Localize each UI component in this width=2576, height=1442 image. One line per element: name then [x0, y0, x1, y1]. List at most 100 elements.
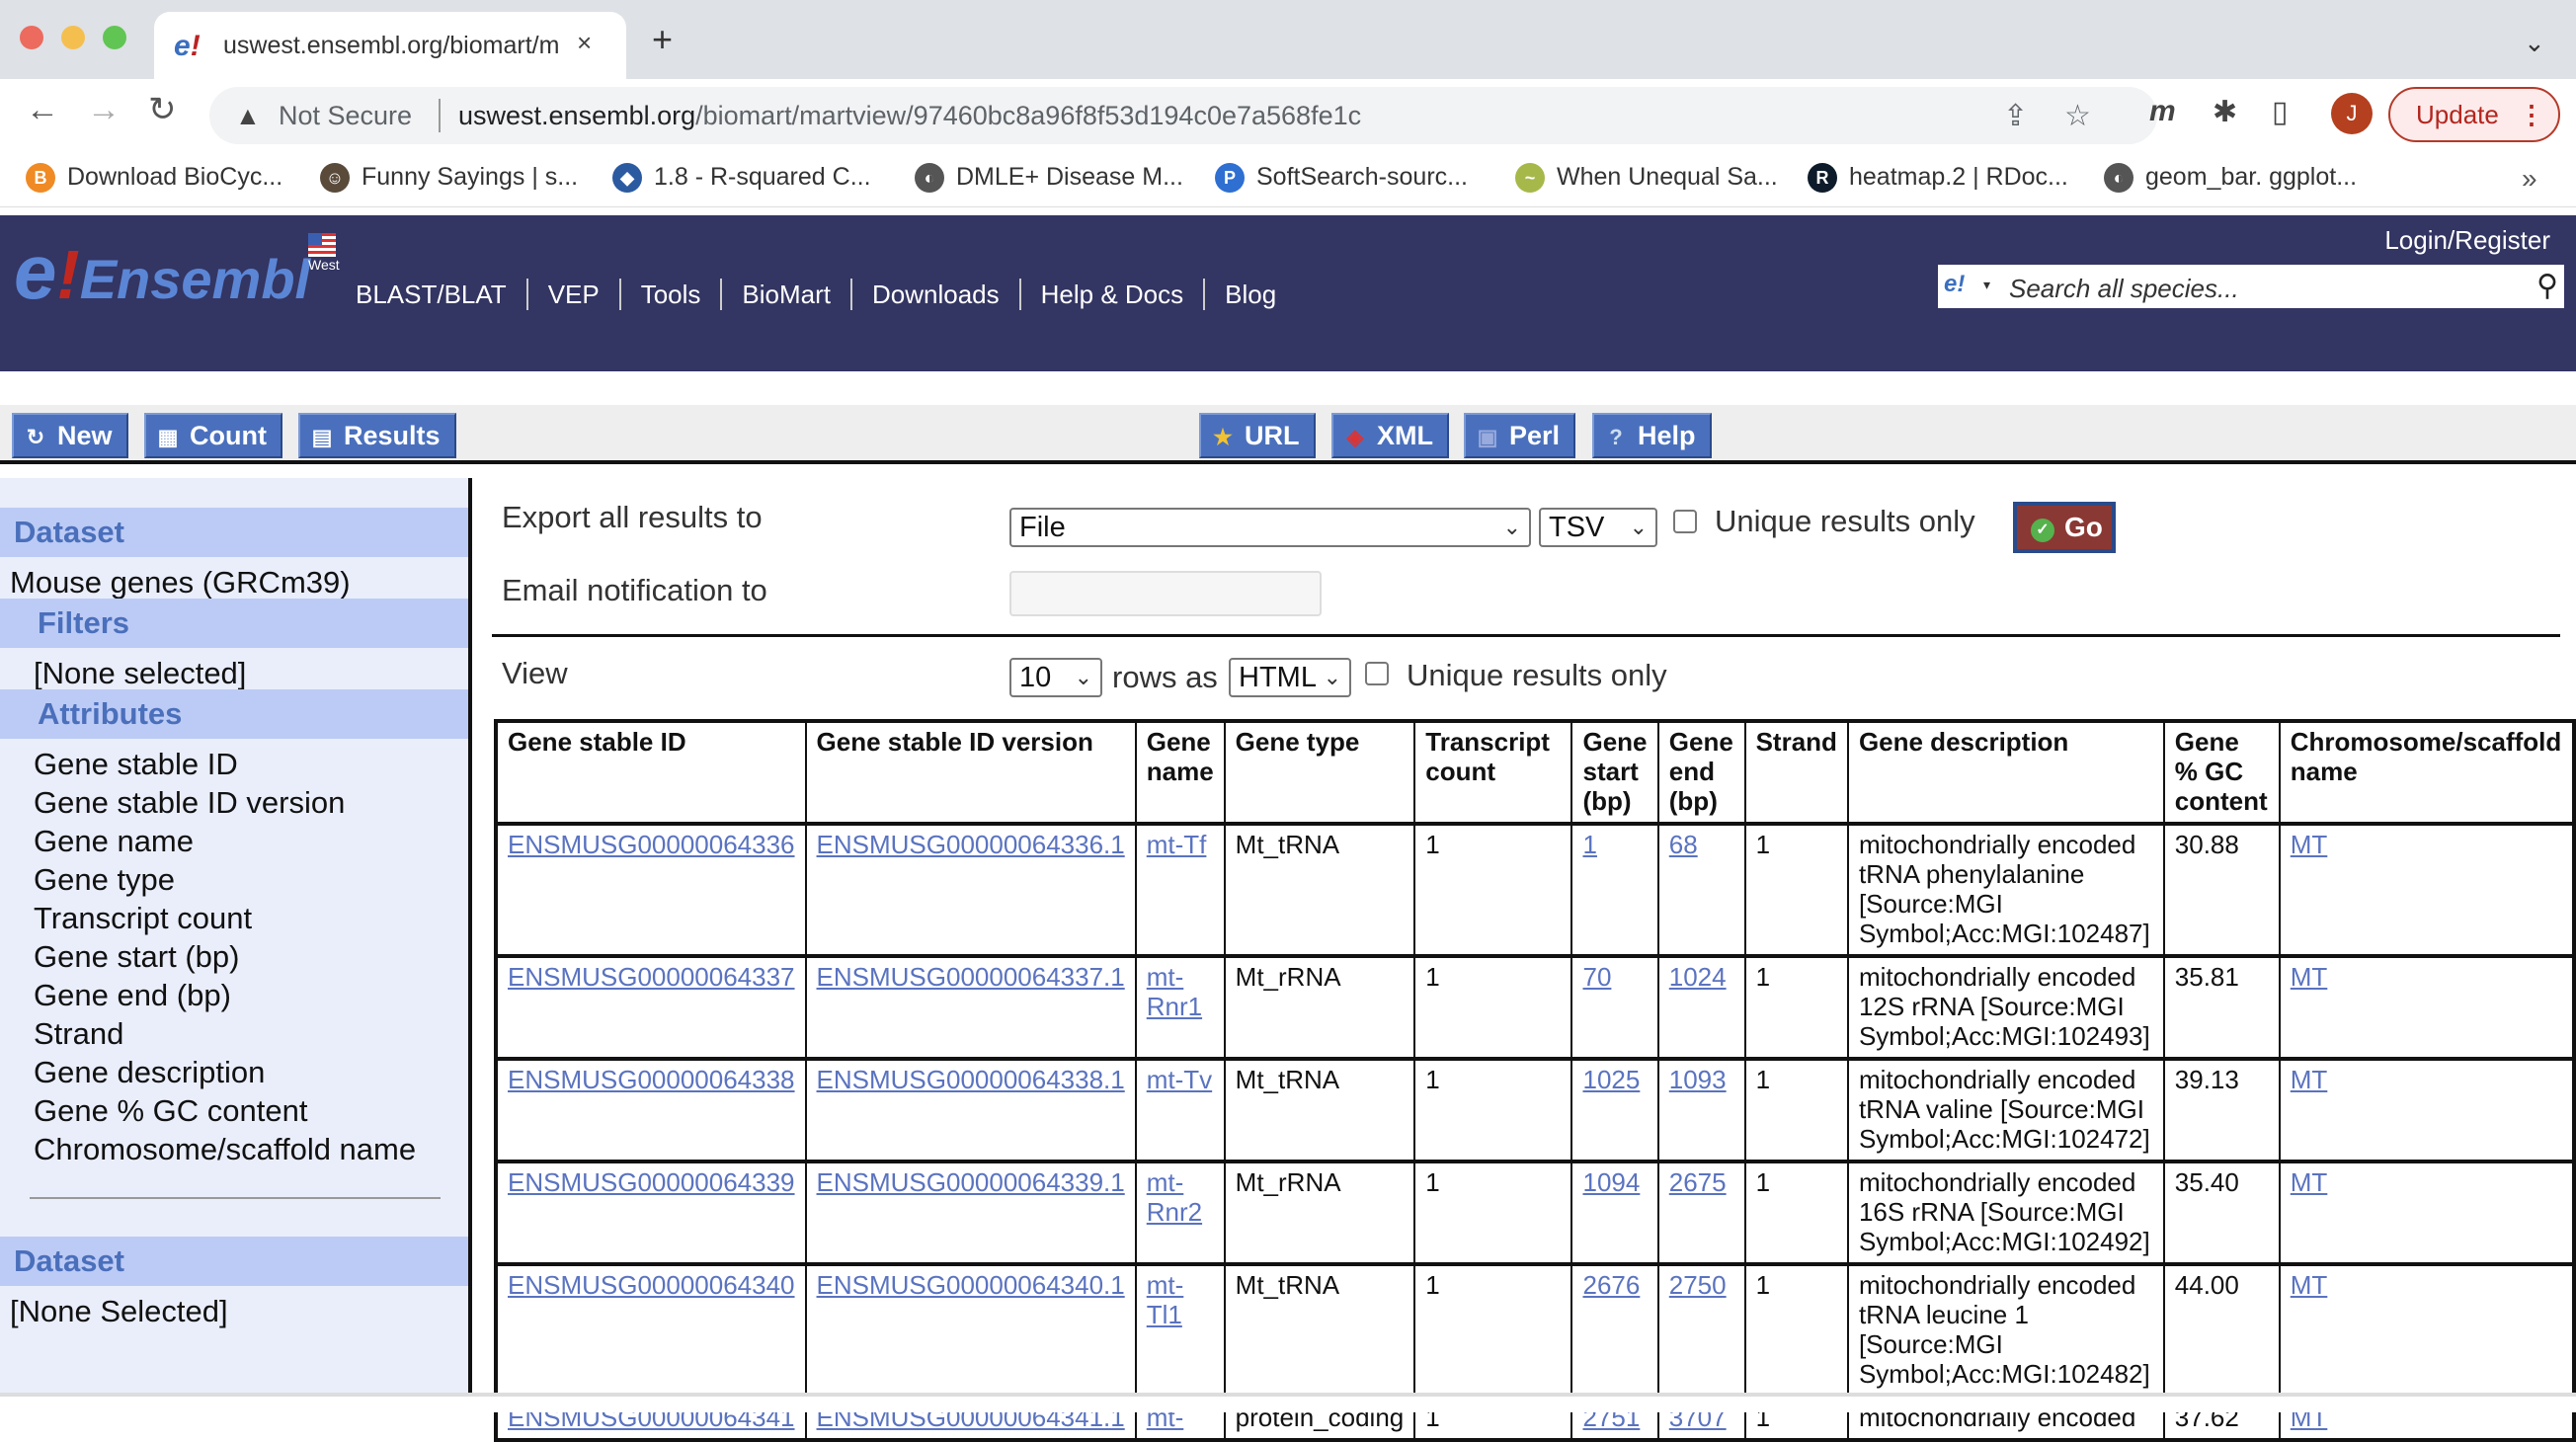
email-input[interactable] [1009, 571, 1322, 616]
view-rows-select[interactable]: 10 ⌄ [1009, 658, 1102, 697]
new-button[interactable]: ↻ New [12, 413, 128, 458]
cell-link[interactable]: 68 [1669, 830, 1698, 859]
column-header[interactable]: Gene stable ID version [804, 720, 1137, 825]
sidebar-attribute-item[interactable]: Chromosome/scaffold name [34, 1130, 416, 1168]
bookmark-item[interactable]: P SoftSearch-sourc... [1215, 163, 1468, 194]
export-unique-checkbox[interactable] [1673, 510, 1697, 533]
cell-link[interactable]: ENSMUSG00000064340.1 [817, 1270, 1125, 1300]
cell-link[interactable]: 1025 [1582, 1065, 1640, 1094]
column-header[interactable]: Transcript count [1413, 720, 1573, 825]
extensions-puzzle-icon[interactable]: ✱ [2213, 95, 2237, 129]
sidebar-dataset-header[interactable]: Dataset [0, 508, 468, 557]
sidebar-dataset-value[interactable]: Mouse genes (GRCm39) [10, 565, 351, 601]
export-format-select[interactable]: TSV ⌄ [1539, 508, 1657, 547]
cell-link[interactable]: 1094 [1582, 1167, 1640, 1197]
column-header[interactable]: Strand [1743, 720, 1849, 825]
cell-link[interactable]: 1 [1582, 830, 1596, 859]
species-search[interactable]: e! ▾ Search all species... ⚲ [1938, 265, 2564, 308]
cell-link[interactable]: ENSMUSG00000064336.1 [817, 830, 1125, 859]
cell-link[interactable]: mt-Tv [1147, 1065, 1212, 1094]
column-header[interactable]: Chromosome/scaffold name [2278, 720, 2576, 825]
column-header[interactable]: Gene description [1846, 720, 2165, 825]
warning-triangle-icon[interactable]: ▲ [235, 101, 261, 131]
perl-button[interactable]: ▣ Perl [1464, 413, 1576, 458]
cell-link[interactable]: 2750 [1669, 1270, 1727, 1300]
cell-link[interactable]: ENSMUSG00000064337 [508, 962, 795, 992]
view-unique-checkbox[interactable] [1365, 662, 1389, 685]
cell-link[interactable]: 2676 [1582, 1270, 1640, 1300]
search-input[interactable]: Search all species... [2009, 274, 2239, 304]
bookmark-item[interactable]: B Download BioCyc... [26, 163, 282, 194]
profile-avatar[interactable]: J [2331, 93, 2373, 134]
bookmark-item[interactable]: ◆ 1.8 - R-squared C... [612, 163, 871, 194]
sidebar-attribute-item[interactable]: Gene % GC content [34, 1091, 416, 1130]
cell-link[interactable]: MT [2291, 962, 2328, 992]
url-text[interactable]: uswest.ensembl.org/biomart/martview/9746… [458, 101, 1361, 131]
species-selector-icon[interactable]: e! [1944, 271, 1965, 298]
bookmark-item[interactable]: ◐ geom_bar. ggplot... [2104, 163, 2357, 194]
go-button[interactable]: ✓ Go [2013, 502, 2116, 553]
sidebar-attribute-item[interactable]: Gene stable ID [34, 745, 416, 783]
xml-button[interactable]: ◈ XML [1331, 413, 1449, 458]
nav-vep[interactable]: VEP [525, 279, 619, 310]
sidebar-attribute-item[interactable]: Gene start (bp) [34, 937, 416, 976]
sidebar-filters-value[interactable]: [None selected] [34, 656, 246, 691]
cell-link[interactable]: mt-Rnr1 [1147, 962, 1202, 1021]
cell-link[interactable]: mt-Rnr2 [1147, 1167, 1202, 1227]
cell-link[interactable]: 1024 [1669, 962, 1727, 992]
cell-link[interactable]: MT [2291, 1167, 2328, 1197]
cell-link[interactable]: mt-Tl1 [1147, 1270, 1184, 1329]
menu-dots-icon[interactable]: ⋮ [2519, 89, 2544, 140]
nav-downloads[interactable]: Downloads [850, 279, 1019, 310]
search-icon[interactable]: ⚲ [2536, 269, 2558, 303]
bookmark-item[interactable]: Rheatmap.2 | RDoc... [1808, 163, 2068, 194]
export-destination-select[interactable]: File ⌄ [1009, 508, 1531, 547]
address-bar[interactable]: ▲ Not Secure uswest.ensembl.org/biomart/… [209, 87, 2157, 144]
column-header[interactable]: Gene stable ID [495, 720, 807, 825]
bookmark-item[interactable]: ◐ DMLE+ Disease M... [915, 163, 1183, 194]
cell-link[interactable]: 2675 [1669, 1167, 1727, 1197]
cell-link[interactable]: mt-Tf [1147, 830, 1207, 859]
back-arrow-icon[interactable]: ← [26, 93, 59, 126]
close-tab-icon[interactable]: × [577, 28, 592, 58]
help-button[interactable]: ? Help [1592, 413, 1712, 458]
nav-help-docs[interactable]: Help & Docs [1018, 279, 1204, 310]
sidebar-filters-header[interactable]: Filters [0, 599, 468, 648]
ensembl-logo[interactable]: e!Ensembl [14, 227, 310, 317]
nav-biomart[interactable]: BioMart [720, 279, 850, 310]
share-icon[interactable]: ⇪ [2003, 99, 2028, 133]
bookmarks-overflow-icon[interactable]: » [2522, 163, 2537, 195]
bookmark-item[interactable]: ~ When Unequal Sa... [1515, 163, 1778, 194]
count-button[interactable]: ▦ Count [144, 413, 282, 458]
cell-link[interactable]: MT [2291, 1065, 2328, 1094]
column-header[interactable]: Gene % GC content [2162, 720, 2281, 825]
tab-search-chevron-icon[interactable]: ⌄ [2524, 28, 2545, 58]
results-button[interactable]: ▤ Results [298, 413, 456, 458]
bookmark-item[interactable]: ☺ Funny Sayings | s... [320, 163, 578, 194]
cell-link[interactable]: ENSMUSG00000064337.1 [817, 962, 1125, 992]
nav-tools[interactable]: Tools [618, 279, 721, 310]
cell-link[interactable]: ENSMUSG00000064339 [508, 1167, 795, 1197]
security-status[interactable]: Not Secure [279, 101, 412, 131]
sidebar-attribute-item[interactable]: Gene end (bp) [34, 976, 416, 1014]
side-panel-icon[interactable]: ▯ [2272, 95, 2289, 129]
cell-link[interactable]: MT [2291, 830, 2328, 859]
cell-link[interactable]: 1093 [1669, 1065, 1727, 1094]
url-button[interactable]: ★ URL [1199, 413, 1316, 458]
column-header[interactable]: Gene start (bp) [1570, 720, 1659, 825]
login-register-link[interactable]: Login/Register [2384, 225, 2550, 256]
column-header[interactable]: Gene end (bp) [1656, 720, 1746, 825]
nav-blog[interactable]: Blog [1203, 279, 1296, 310]
cell-link[interactable]: ENSMUSG00000064340 [508, 1270, 795, 1300]
nav-blast-blat[interactable]: BLAST/BLAT [356, 279, 526, 310]
update-button[interactable]: Update ⋮ [2388, 87, 2560, 142]
cell-link[interactable]: 70 [1582, 962, 1611, 992]
cell-link[interactable]: ENSMUSG00000064338.1 [817, 1065, 1125, 1094]
species-dropdown-icon[interactable]: ▾ [1983, 277, 1990, 293]
minimize-window-button[interactable] [61, 26, 85, 49]
close-window-button[interactable] [20, 26, 43, 49]
new-tab-button[interactable]: + [652, 22, 673, 57]
cell-link[interactable]: ENSMUSG00000064338 [508, 1065, 795, 1094]
forward-arrow-icon[interactable]: → [87, 93, 121, 126]
browser-tab[interactable]: e! uswest.ensembl.org/biomart/m × [154, 12, 626, 79]
